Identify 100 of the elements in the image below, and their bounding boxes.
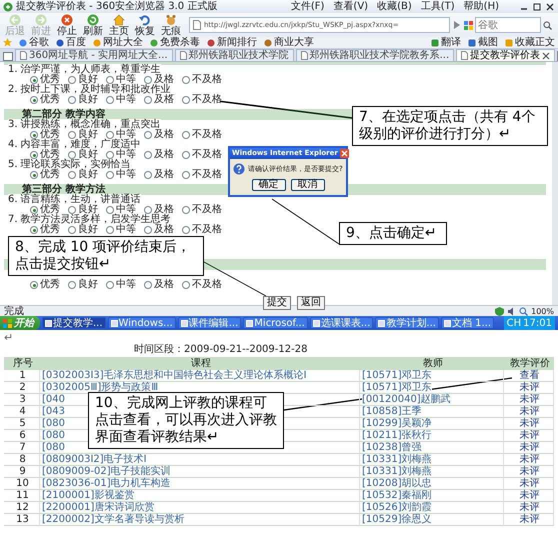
submit-button[interactable]: 提交 xyxy=(263,296,291,310)
radio-button[interactable] xyxy=(30,131,38,139)
evaluation-link[interactable]: 未评 xyxy=(520,406,540,417)
radio-button[interactable] xyxy=(68,206,76,214)
radio-option[interactable]: 不及格 xyxy=(182,150,220,160)
teacher-link[interactable]: [10299]吴颖净 xyxy=(362,418,432,429)
close-icon[interactable] xyxy=(542,52,550,60)
radio-button[interactable] xyxy=(144,226,152,234)
radio-button[interactable] xyxy=(144,281,152,289)
radio-button[interactable] xyxy=(182,206,190,214)
menu-item[interactable]: 收藏(B) xyxy=(377,1,412,12)
cancel-button[interactable]: 取消 xyxy=(290,179,324,191)
bookmark-link[interactable]: 免费杀毒 xyxy=(150,37,200,48)
radio-button[interactable] xyxy=(182,151,190,159)
course-link[interactable]: [0809009-02]电子技能实训 xyxy=(42,466,171,477)
radio-button[interactable] xyxy=(106,281,114,289)
teacher-link[interactable]: [10571]邓卫东 xyxy=(362,370,432,381)
evaluation-link[interactable]: 未评 xyxy=(520,466,540,477)
radio-button[interactable] xyxy=(68,281,76,289)
refresh-button[interactable]: 刷新 xyxy=(81,14,105,36)
evaluation-link[interactable]: 未评 xyxy=(520,502,540,513)
teacher-link[interactable]: [00120040]赵鹏武 xyxy=(362,394,451,405)
teacher-link[interactable]: [10331]刘梅燕 xyxy=(362,454,432,465)
radio-button[interactable] xyxy=(30,206,38,214)
menu-item[interactable]: 工具(T) xyxy=(420,1,455,12)
search-field[interactable]: 谷歌 xyxy=(475,17,541,33)
radio-button[interactable] xyxy=(68,226,76,234)
radio-button[interactable] xyxy=(182,171,190,179)
bookmark-link[interactable]: 商业大享 xyxy=(264,37,314,48)
bookmark-link[interactable]: 新闻排行 xyxy=(207,37,257,48)
radio-button[interactable] xyxy=(106,226,114,234)
teacher-link[interactable]: [10238]曾强 xyxy=(362,442,422,453)
browser-tab[interactable]: 360网址导航 - 实用网址大全... xyxy=(15,49,173,61)
radio-button[interactable] xyxy=(182,226,190,234)
teacher-link[interactable]: [10211]张秋行 xyxy=(362,430,432,441)
radio-button[interactable] xyxy=(106,171,114,179)
taskbar-button[interactable]: 教学计划... xyxy=(375,317,439,329)
course-link[interactable]: [2200001]唐宋诗词欣赏 xyxy=(42,502,154,513)
radio-button[interactable] xyxy=(30,281,38,289)
toolbar-tool[interactable]: 截图 xyxy=(468,37,498,48)
radio-button[interactable] xyxy=(30,151,38,159)
course-link[interactable]: [0809003Ⅰ2]电子技术Ⅰ xyxy=(42,454,147,465)
radio-button[interactable] xyxy=(106,206,114,214)
radio-button[interactable] xyxy=(182,131,190,139)
evaluation-link[interactable]: 未评 xyxy=(520,442,540,453)
radio-button[interactable] xyxy=(144,206,152,214)
maximize-icon[interactable] xyxy=(532,2,542,12)
radio-button[interactable] xyxy=(30,171,38,179)
radio-button[interactable] xyxy=(144,171,152,179)
radio-button[interactable] xyxy=(182,281,190,289)
evaluation-link[interactable]: 未评 xyxy=(520,394,540,405)
course-link[interactable]: [2200002]文学名著导读与赏析 xyxy=(42,514,184,525)
evaluation-link[interactable]: 未评 xyxy=(520,454,540,465)
taskbar-button[interactable]: Microsof... xyxy=(243,317,308,329)
radio-option[interactable]: 不及格 xyxy=(182,225,220,235)
teacher-link[interactable]: [10331]刘梅燕 xyxy=(362,466,432,477)
taskbar-button[interactable]: 选课课表... xyxy=(310,317,374,329)
taskbar-button[interactable]: 文档 1... xyxy=(440,317,494,329)
taskbar-button[interactable]: Windows... xyxy=(108,317,176,329)
back-button[interactable]: 返回 xyxy=(297,296,325,310)
course-link[interactable]: [080 xyxy=(42,430,65,441)
toolbar-tool[interactable]: 翻译 xyxy=(431,37,461,48)
bookmark-link[interactable]: 百度 xyxy=(56,37,86,48)
radio-option[interactable]: 不及格 xyxy=(182,205,220,215)
teacher-link[interactable]: [10208]胡以忠 xyxy=(362,478,432,489)
browser-tab[interactable]: 郑州铁路职业技术学院 xyxy=(174,49,294,61)
browser-tab[interactable]: 提交教学评价表 xyxy=(456,49,556,61)
evaluation-link[interactable]: 未评 xyxy=(520,478,540,489)
bookmark-link[interactable]: 网址大全 xyxy=(93,37,143,48)
radio-button[interactable] xyxy=(68,151,76,159)
radio-button[interactable] xyxy=(30,76,38,84)
course-link[interactable]: [040 xyxy=(42,394,65,405)
course-link[interactable]: [080 xyxy=(42,442,65,453)
teacher-link[interactable]: [10532]秦福刚 xyxy=(362,490,432,501)
course-link[interactable]: [0302003Ⅰ3]毛泽东思想和中国特色社会主义理论体系概论Ⅰ xyxy=(42,370,307,381)
evaluation-link[interactable]: 查看 xyxy=(520,370,540,381)
search-icon[interactable] xyxy=(543,20,552,30)
evaluation-link[interactable]: 未评 xyxy=(520,418,540,429)
home-button[interactable]: 主页 xyxy=(107,14,131,36)
taskbar-button[interactable]: 课件编辑... xyxy=(178,317,242,329)
radio-button[interactable] xyxy=(144,131,152,139)
bookmark-link[interactable]: 谷歌 xyxy=(19,37,49,48)
radio-button[interactable] xyxy=(106,131,114,139)
ok-button[interactable]: 确定 xyxy=(252,179,286,191)
course-link[interactable]: [0823036-01]电力机车构造 xyxy=(42,478,171,489)
radio-button[interactable] xyxy=(68,131,76,139)
zoom-icon[interactable] xyxy=(519,306,528,316)
close-icon[interactable] xyxy=(545,2,555,12)
stop-button[interactable]: 停止 xyxy=(55,14,79,36)
radio-button[interactable] xyxy=(68,171,76,179)
teacher-link[interactable]: [10526]刘韵霞 xyxy=(362,502,432,513)
evaluation-link[interactable]: 未评 xyxy=(520,382,540,393)
radio-button[interactable] xyxy=(144,151,152,159)
course-link[interactable]: [0302005Ⅲ]形势与政策Ⅲ xyxy=(42,382,158,393)
menu-item[interactable]: 文件(F) xyxy=(290,1,324,12)
go-arrow-icon[interactable] xyxy=(452,20,461,30)
course-link[interactable]: [043 xyxy=(42,406,65,417)
evaluation-link[interactable]: 未评 xyxy=(520,514,540,525)
course-link[interactable]: [080 xyxy=(42,418,65,429)
radio-button[interactable] xyxy=(106,151,114,159)
